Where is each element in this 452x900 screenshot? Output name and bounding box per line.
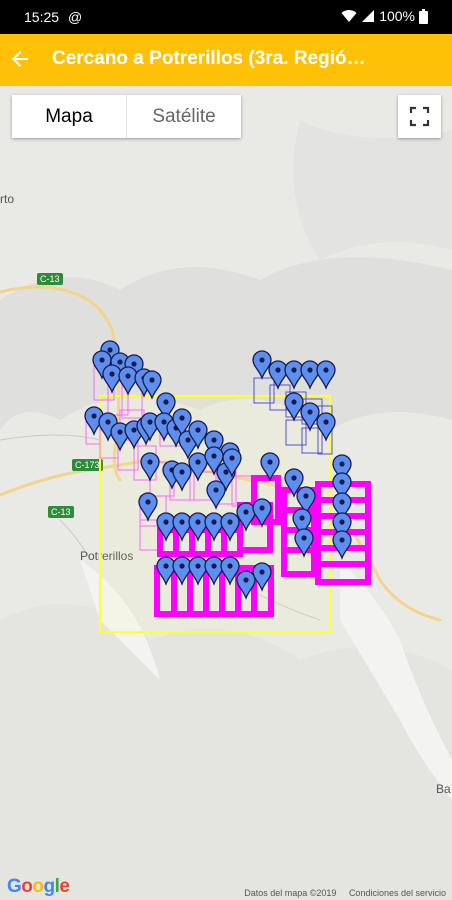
terms-link[interactable]: Condiciones del servicio <box>349 888 446 898</box>
page-title: Cercano a Potrerillos (3ra. Regió… <box>52 48 366 69</box>
wifi-icon <box>341 10 357 22</box>
map-type-satellite-button[interactable]: Satélite <box>127 95 241 138</box>
map-type-toggle: Mapa Satélite <box>12 95 241 138</box>
map-marker[interactable] <box>188 452 208 482</box>
map-marker[interactable] <box>300 402 320 432</box>
map-marker[interactable] <box>268 360 288 390</box>
map-marker[interactable] <box>138 492 158 522</box>
map-attribution: Datos del mapa ©2019 Condiciones del ser… <box>234 888 446 898</box>
map-marker[interactable] <box>284 360 304 390</box>
map-marker[interactable] <box>236 502 256 532</box>
map-marker[interactable] <box>204 556 224 586</box>
map-marker[interactable] <box>204 512 224 542</box>
map-marker[interactable] <box>142 370 162 400</box>
map-marker[interactable] <box>206 480 226 510</box>
map-marker[interactable] <box>300 360 320 390</box>
map-marker[interactable] <box>316 412 336 442</box>
map-marker[interactable] <box>188 512 208 542</box>
status-bar: 15:25 @ 100% <box>0 0 452 34</box>
data-credit: Datos del mapa ©2019 <box>244 888 337 898</box>
map-marker[interactable] <box>260 452 280 482</box>
marker-layer <box>84 340 352 600</box>
map-marker[interactable] <box>220 512 240 542</box>
map-marker[interactable] <box>220 556 240 586</box>
map-marker[interactable] <box>236 570 256 600</box>
map-marker[interactable] <box>316 360 336 390</box>
map-marker[interactable] <box>294 528 314 558</box>
map-marker[interactable] <box>156 556 176 586</box>
map-marker[interactable] <box>252 498 272 528</box>
back-arrow-icon[interactable] <box>8 47 32 71</box>
map-marker[interactable] <box>140 452 160 482</box>
fullscreen-icon <box>409 106 430 127</box>
battery-icon <box>419 8 428 24</box>
google-logo: Google <box>7 876 70 897</box>
fullscreen-button[interactable] <box>398 95 441 138</box>
map-marker[interactable] <box>284 392 304 422</box>
map-marker[interactable] <box>252 562 272 592</box>
signal-icon <box>362 10 375 22</box>
map-type-map-button[interactable]: Mapa <box>12 95 127 138</box>
map-marker[interactable] <box>188 556 208 586</box>
map-marker[interactable] <box>252 350 272 380</box>
map-marker[interactable] <box>156 512 176 542</box>
battery-percent: 100% <box>379 8 415 24</box>
map-marker[interactable] <box>118 366 138 396</box>
map-marker[interactable] <box>102 364 122 394</box>
app-bar: Cercano a Potrerillos (3ra. Regió… <box>0 34 452 86</box>
status-time: 15:25 <box>24 9 60 25</box>
map-marker[interactable] <box>332 530 352 560</box>
map-view[interactable]: C-13 C-173 C-13 Potrerillos rto Ba <box>0 86 452 900</box>
map-marker[interactable] <box>172 512 192 542</box>
map-marker[interactable] <box>172 462 192 492</box>
notification-icons: @ <box>68 9 83 25</box>
map-marker[interactable] <box>172 556 192 586</box>
